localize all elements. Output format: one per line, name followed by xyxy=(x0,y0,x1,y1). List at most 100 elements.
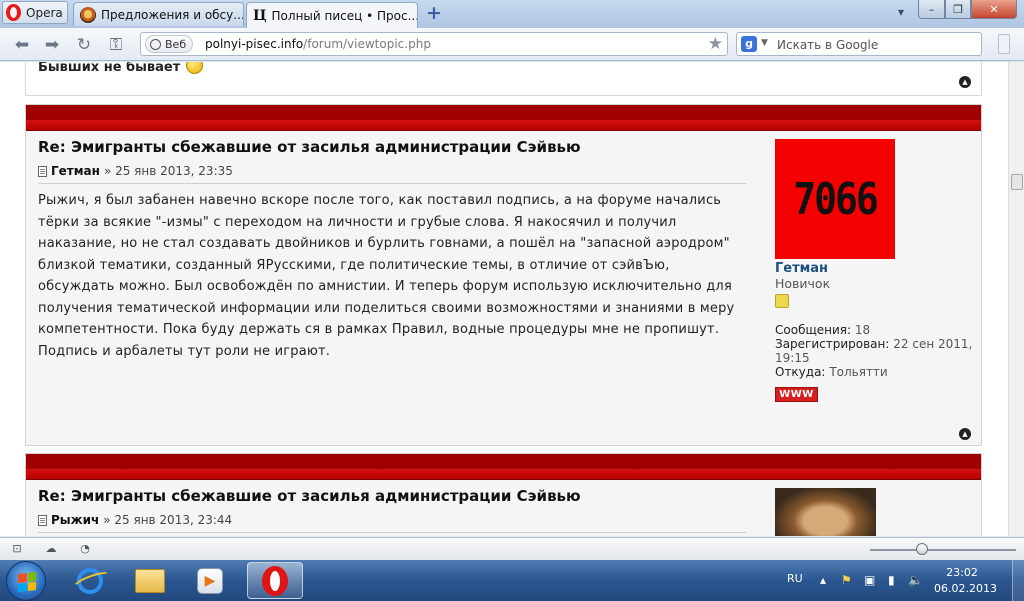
address-field[interactable]: Веб polnyi-pisec.info/forum/viewtopic.ph… xyxy=(140,32,728,56)
back-to-top-icon[interactable]: ▲ xyxy=(959,428,971,440)
post-title[interactable]: Re: Эмигранты сбежавшие от засилья админ… xyxy=(38,487,581,505)
chevron-down-icon[interactable]: ▼ xyxy=(761,38,768,48)
post-author[interactable]: Гетман xyxy=(51,164,100,178)
close-window-button[interactable]: ✕ xyxy=(971,0,1017,19)
forum-favicon-icon xyxy=(80,6,96,23)
forum-post: Re: Эмигранты сбежавшие от засилья админ… xyxy=(25,104,982,446)
tab-proposals[interactable]: Предложения и обсу... ✕ xyxy=(73,2,244,26)
globe-icon xyxy=(150,38,161,50)
site-info-label: Веб xyxy=(165,37,187,51)
opera-logo-icon xyxy=(6,4,21,21)
www-button[interactable]: WWW xyxy=(775,387,818,402)
clock-date: 06.02.2013 xyxy=(934,582,997,595)
forum-post: Re: Эмигранты сбежавшие от засилья админ… xyxy=(25,453,982,536)
post-author[interactable]: Рыжич xyxy=(51,513,99,527)
avatar-text: 7066 xyxy=(793,173,879,225)
page-viewport: Бывших не бывает ▲ Re: Эмигранты сбежавш… xyxy=(0,62,1008,536)
device-icon[interactable]: ▣ xyxy=(864,573,875,587)
post-date: » 25 янв 2013, 23:35 xyxy=(103,164,233,178)
scrollbar-thumb[interactable] xyxy=(1011,174,1023,190)
opera-unite-icon[interactable]: ☁ xyxy=(44,543,58,555)
post-profile xyxy=(775,488,975,536)
show-hidden-icons-icon[interactable]: ▴ xyxy=(820,573,826,587)
post-icon[interactable] xyxy=(38,514,47,526)
divider xyxy=(38,183,746,184)
avatar[interactable]: 7066 xyxy=(775,139,895,259)
profile-registered: Зарегистрирован: 22 сен 2011, 19:15 xyxy=(775,337,975,365)
panel-toggle-icon[interactable]: ⊡ xyxy=(10,543,24,555)
previous-post-text: Бывших не бывает xyxy=(38,62,181,75)
maximize-button[interactable]: ❐ xyxy=(945,0,971,19)
profile-location-value: Тольятти xyxy=(829,365,888,379)
site-favicon-icon: Ц xyxy=(253,7,267,24)
back-button[interactable]: ⬅ xyxy=(12,35,32,55)
bookmark-star-icon[interactable]: ★ xyxy=(708,34,723,54)
post-icon[interactable] xyxy=(38,165,47,177)
taskbar-media-player[interactable]: ▶ xyxy=(182,562,238,599)
profile-registered-label: Зарегистрирован: xyxy=(775,337,890,351)
smiley-icon xyxy=(186,62,203,74)
tab-label: Полный писец • Прос... xyxy=(271,8,418,23)
status-bar: ⊡ ☁ ◔ xyxy=(0,537,1024,560)
forward-button[interactable]: ➡ xyxy=(42,35,62,55)
zoom-slider[interactable] xyxy=(870,549,1016,551)
vertical-scrollbar[interactable] xyxy=(1008,62,1024,536)
clock-time: 23:02 xyxy=(946,566,978,579)
address-host: polnyi-pisec.info xyxy=(205,37,304,51)
media-player-icon: ▶ xyxy=(197,567,223,594)
divider xyxy=(38,532,746,533)
tab-polnyi-pisec[interactable]: Ц Полный писец • Прос... ✕ xyxy=(246,2,418,28)
navigation-bar: ⬅ ➡ ↻ ⚿ Веб polnyi-pisec.info/forum/view… xyxy=(0,28,1024,61)
start-button[interactable] xyxy=(6,561,46,601)
reload-button[interactable]: ↻ xyxy=(74,35,94,55)
tab-bar: Opera Предложения и обсу... ✕ Ц Полный п… xyxy=(0,0,1024,28)
opera-menu-button[interactable]: Opera xyxy=(2,1,68,24)
volume-icon[interactable]: 🔈 xyxy=(908,573,923,587)
panel-toggle-button[interactable] xyxy=(998,34,1010,54)
address-path: /forum/viewtopic.php xyxy=(303,37,431,51)
profile-posts: Сообщения: 18 xyxy=(775,323,975,337)
previous-post-tail: Бывших не бывает ▲ xyxy=(25,62,982,96)
post-header-bar xyxy=(26,454,981,480)
post-profile: 7066 Гетман Новичок Сообщения: 18 Зареги… xyxy=(775,139,975,402)
address-text: polnyi-pisec.info/forum/viewtopic.php xyxy=(205,37,431,51)
show-desktop-button[interactable] xyxy=(1012,560,1024,601)
key-icon[interactable]: ⚿ xyxy=(106,35,126,55)
search-placeholder: Искать в Google xyxy=(777,38,879,52)
minimize-button[interactable]: – xyxy=(918,0,945,19)
post-meta: Рыжич » 25 янв 2013, 23:44 xyxy=(38,513,232,527)
new-tab-button[interactable]: + xyxy=(424,3,444,23)
site-info-badge[interactable]: Веб xyxy=(145,35,194,53)
windows-logo-icon xyxy=(18,572,36,592)
post-date: » 25 янв 2013, 23:44 xyxy=(103,513,233,527)
language-indicator[interactable]: RU xyxy=(787,572,803,585)
opera-menu-label: Opera xyxy=(26,5,63,20)
google-icon[interactable]: g xyxy=(741,36,757,52)
tab-list-button[interactable]: ▾ xyxy=(888,2,914,21)
back-to-top-icon[interactable]: ▲ xyxy=(959,76,971,88)
post-title[interactable]: Re: Эмигранты сбежавшие от засилья админ… xyxy=(38,138,581,156)
action-center-icon[interactable]: ⚑ xyxy=(841,573,852,587)
profile-rank: Новичок xyxy=(775,276,831,291)
zoom-slider-handle[interactable] xyxy=(916,543,928,555)
post-meta: Гетман » 25 янв 2013, 23:35 xyxy=(38,164,233,178)
taskbar: ▶ RU ▴ ⚑ ▣ ▮ 🔈 23:02 06.02.2013 xyxy=(0,560,1024,601)
rank-badge-icon xyxy=(775,294,789,308)
taskbar-opera[interactable] xyxy=(247,562,303,599)
turbo-icon[interactable]: ◔ xyxy=(78,543,92,555)
network-signal-icon[interactable]: ▮ xyxy=(888,573,895,587)
profile-posts-label: Сообщения: xyxy=(775,323,852,337)
folder-icon xyxy=(135,568,165,593)
search-field[interactable]: g ▼ Искать в Google xyxy=(736,32,982,56)
profile-posts-value[interactable]: 18 xyxy=(855,323,870,337)
profile-name[interactable]: Гетман xyxy=(775,261,975,276)
internet-explorer-icon xyxy=(77,567,103,594)
system-clock[interactable]: 23:02 06.02.2013 xyxy=(934,565,997,597)
taskbar-internet-explorer[interactable] xyxy=(62,562,118,599)
taskbar-explorer[interactable] xyxy=(122,562,178,599)
avatar[interactable] xyxy=(775,488,876,536)
opera-icon xyxy=(262,565,288,596)
profile-location-label: Откуда: xyxy=(775,365,826,379)
tab-label: Предложения и обсу... xyxy=(101,7,244,22)
profile-location: Откуда: Тольятти xyxy=(775,365,975,379)
